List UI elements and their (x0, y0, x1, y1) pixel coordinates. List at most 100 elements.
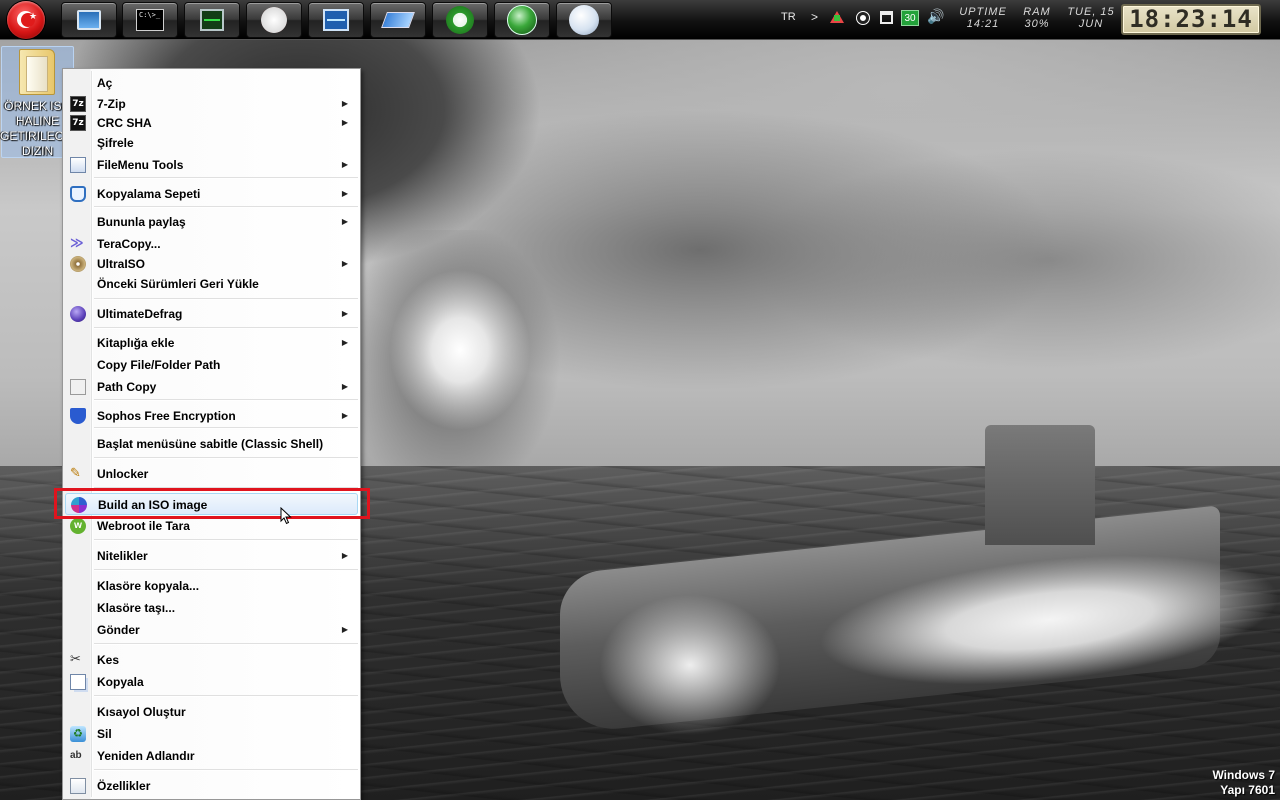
submenu-arrow-icon: ▶ (341, 189, 348, 198)
submenu-arrow-icon: ▶ (341, 160, 348, 169)
menu-item-kopyalama-sepeti[interactable]: Kopyalama Sepeti ▶ (65, 183, 358, 205)
uptime-label: UPTIME (959, 6, 1007, 18)
menu-item-label: Sil (97, 727, 112, 741)
properties-icon (70, 778, 86, 794)
network-icon[interactable] (880, 11, 893, 24)
submenu-arrow-icon: ▶ (341, 338, 348, 347)
dock-command-prompt-button[interactable]: C:\>_ (122, 2, 178, 38)
tray-counter-badge[interactable]: 30 (901, 10, 919, 26)
menu-item-önceki-sürümleri-geri-yükle[interactable]: Önceki Sürümleri Geri Yükle (65, 273, 358, 295)
submenu-arrow-icon: ▶ (341, 382, 348, 391)
menu-item-kopyala[interactable]: Kopyala (65, 671, 358, 693)
watermark-build: Yapı 7601 (1220, 783, 1275, 797)
menu-item-bununla-paylaş[interactable]: Bununla paylaş ▶ (65, 211, 358, 233)
compass-icon (261, 7, 287, 33)
top-dock-bar: ★ C:\>_ TR > 30 🔊 UPTIME 14:21 RAM 30% T… (0, 0, 1280, 40)
defrag-icon (70, 306, 86, 322)
menu-item-label: Gönder (97, 623, 140, 637)
menu-separator (94, 769, 358, 771)
menu-item-copy-file-folder-path[interactable]: Copy File/Folder Path (65, 354, 358, 376)
menu-item-label: Başlat menüsüne sabitle (Classic Shell) (97, 437, 324, 451)
menu-item-crc-sha[interactable]: 7z CRC SHA ▶ (65, 112, 358, 134)
menu-item-label: Özellikler (97, 779, 151, 793)
wallpaper-bow-wave (600, 590, 780, 740)
menu-separator (94, 399, 358, 401)
menu-item-label: Klasöre taşı... (97, 601, 176, 615)
submenu-arrow-icon: ▶ (341, 551, 348, 560)
folder-icon (19, 49, 55, 95)
menu-item-klasöre-kopyala[interactable]: Klasöre kopyala... (65, 575, 358, 597)
shield-icon (70, 408, 86, 424)
menu-item-path-copy[interactable]: Path Copy ▶ (65, 376, 358, 398)
menu-item-label: Kopyala (97, 675, 144, 689)
rename-icon: ab (70, 750, 82, 761)
highlight-annotation-box (54, 488, 370, 519)
menu-item-ultraiso[interactable]: UltraISO ▶ (65, 253, 358, 275)
menu-item-kısayol-oluştur[interactable]: Kısayol Oluştur (65, 701, 358, 723)
submenu-arrow-icon: ▶ (341, 411, 348, 420)
date-gauge: TUE, 15 JUN (1064, 6, 1118, 30)
path-copy-icon (70, 379, 86, 395)
tray-ring-icon[interactable] (857, 12, 869, 24)
uptime-gauge: UPTIME 14:21 (957, 6, 1009, 30)
menu-item-aç[interactable]: Aç (65, 72, 358, 94)
menu-item-label: Nitelikler (97, 549, 148, 563)
volume-icon[interactable]: 🔊 (927, 9, 944, 25)
menu-item-unlocker[interactable]: ✎ Unlocker (65, 463, 358, 485)
dock-computer-button[interactable] (61, 2, 117, 38)
dock-performance-monitor-button[interactable] (308, 2, 364, 38)
wallpaper-submarine-tower (985, 425, 1095, 545)
digital-clock[interactable]: 18:23:14 (1121, 4, 1261, 35)
copy-icon (70, 674, 86, 690)
menu-item-label: Kes (97, 653, 120, 667)
menu-separator (94, 177, 358, 179)
7zip-icon: 7z (70, 96, 86, 112)
menu-item-yeniden-adlandır[interactable]: ab Yeniden Adlandır (65, 745, 358, 767)
start-orb-button[interactable]: ★ (7, 1, 45, 39)
dock-globe-button[interactable] (494, 2, 550, 38)
menu-item-filemenu-tools[interactable]: FileMenu Tools ▶ (65, 154, 358, 176)
watermark-os-name: Windows 7 (1212, 768, 1275, 782)
basket-icon (70, 186, 86, 202)
scissors-icon: ✂ (70, 652, 81, 667)
dock-key-button[interactable] (432, 2, 488, 38)
submenu-arrow-icon: ▶ (341, 309, 348, 318)
menu-item-label: Sophos Free Encryption (97, 409, 236, 423)
menu-item-label: Kısayol Oluştur (97, 705, 186, 719)
menu-item-klasöre-taşı[interactable]: Klasöre taşı... (65, 597, 358, 619)
menu-item-gönder[interactable]: Gönder ▶ (65, 619, 358, 641)
menu-item-sil[interactable]: ♻ Sil (65, 723, 358, 745)
menu-item-kes[interactable]: ✂ Kes (65, 649, 358, 671)
recycle-icon: ♻ (70, 726, 86, 742)
menu-item-sophos-free-encryption[interactable]: Sophos Free Encryption ▶ (65, 405, 358, 427)
webroot-icon: w (70, 518, 86, 534)
menu-separator (94, 206, 358, 208)
menu-separator (94, 327, 358, 329)
dock-task-manager-button[interactable] (184, 2, 240, 38)
wallpaper-explosion-smoke (350, 230, 570, 490)
disc-icon (70, 256, 86, 272)
tray-app-triangle-icon[interactable] (830, 11, 844, 23)
menu-item-kitaplığa-ekle[interactable]: Kitaplığa ekle ▶ (65, 332, 358, 354)
menu-item-teracopy[interactable]: ≫ TeraCopy... (65, 233, 358, 255)
ram-gauge: RAM 30% (1020, 6, 1054, 30)
menu-item-nitelikler[interactable]: Nitelikler ▶ (65, 545, 358, 567)
date-line-1: TUE, 15 (1067, 6, 1115, 18)
menu-separator (94, 643, 358, 645)
dock-windows-flag-button[interactable] (370, 2, 426, 38)
dock-moon-button[interactable] (556, 2, 612, 38)
menu-item-ultimatedefrag[interactable]: UltimateDefrag ▶ (65, 303, 358, 325)
tray-expand-arrow-icon[interactable]: > (811, 10, 818, 24)
menu-item-özellikler[interactable]: Özellikler (65, 775, 358, 797)
language-indicator[interactable]: TR (781, 11, 796, 23)
submenu-arrow-icon: ▶ (341, 217, 348, 226)
teracopy-icon: ≫ (70, 236, 84, 251)
menu-item-başlat-menüsüne-sabitle-classic-shell[interactable]: Başlat menüsüne sabitle (Classic Shell) (65, 433, 358, 455)
menu-separator (94, 457, 358, 459)
menu-item-label: Bununla paylaş (97, 215, 186, 229)
menu-item-label: Kitaplığa ekle (97, 336, 175, 350)
ram-label: RAM (1023, 6, 1051, 18)
menu-item-label: UltimateDefrag (97, 307, 183, 321)
dock-compass-button[interactable] (246, 2, 302, 38)
menu-item-şifrele[interactable]: Şifrele (65, 132, 358, 154)
